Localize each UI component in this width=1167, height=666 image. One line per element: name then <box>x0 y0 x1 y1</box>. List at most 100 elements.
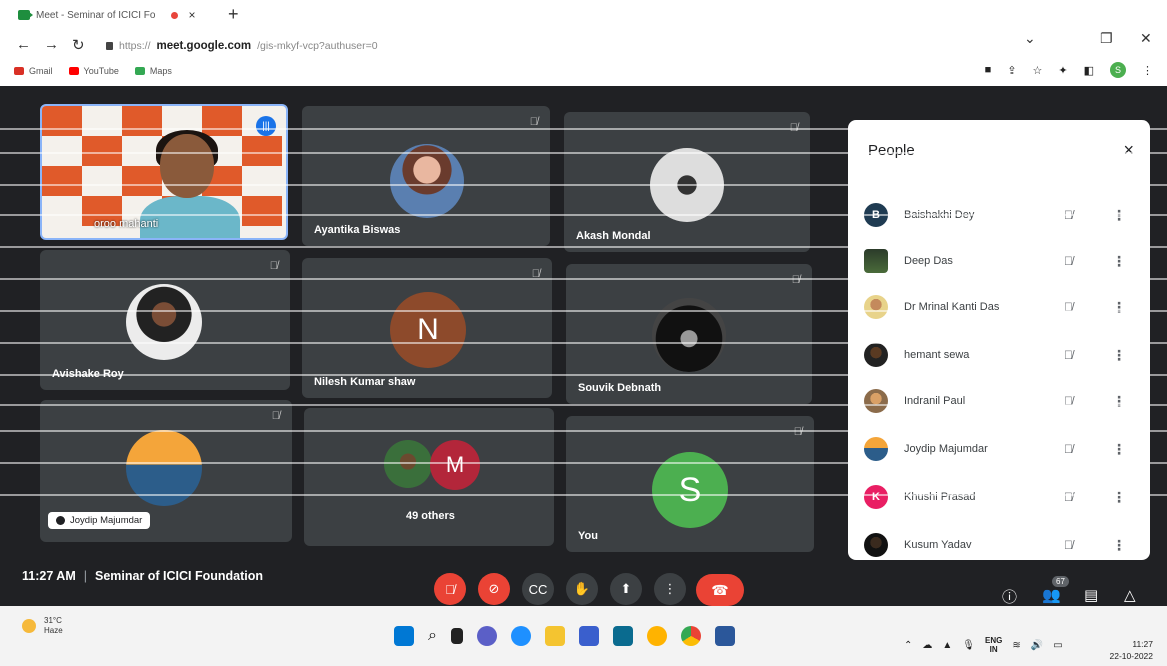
avatar <box>864 437 888 461</box>
video-tile[interactable]: 🎙̸ N Nilesh Kumar shaw <box>302 258 552 398</box>
bookmark-gmail[interactable]: Gmail <box>14 66 53 76</box>
list-item[interactable]: Joydip Majumdar 🎙̸ ⋮ <box>864 434 1140 464</box>
avatar <box>864 295 888 319</box>
restore-window-icon[interactable]: ❐ <box>1100 30 1113 47</box>
chat-button[interactable]: ▤ <box>1084 586 1098 604</box>
more-vert-icon[interactable]: ⋮ <box>1112 537 1126 554</box>
task-view-icon[interactable] <box>450 628 463 644</box>
avatar: S <box>652 452 728 528</box>
forward-button[interactable]: → <box>44 36 59 53</box>
video-tile[interactable]: 🎙̸ Akash Mondal <box>564 112 810 252</box>
tab-search-icon[interactable]: ⌄ <box>1024 30 1036 47</box>
video-tile-speaker[interactable]: ||| oroo mahanti <box>40 104 288 240</box>
more-options-button[interactable]: ⋮ <box>654 573 686 605</box>
list-item[interactable]: hemant sewa 🎙̸ ⋮ <box>864 340 1140 370</box>
avatar: N <box>390 292 466 368</box>
sticky-icon[interactable] <box>646 626 667 646</box>
share-icon[interactable]: ⇪ <box>1007 64 1016 77</box>
mic-off-icon: 🎙̸ <box>531 268 540 280</box>
app-icon[interactable] <box>612 626 633 646</box>
tile-name: oroo mahanti <box>94 218 159 230</box>
list-item[interactable]: B Baishakhi Dey 🎙̸ ⋮ <box>864 200 1140 230</box>
teams-chat-icon[interactable] <box>476 626 497 646</box>
edge-icon[interactable] <box>510 626 531 646</box>
meeting-info-button[interactable]: ⓘ <box>1002 586 1017 607</box>
extensions-icon[interactable]: ✦ <box>1058 64 1067 77</box>
present-button[interactable]: ⬆ <box>610 573 642 605</box>
reload-button[interactable]: ↻ <box>72 36 85 54</box>
tile-name: Akash Mondal <box>576 230 651 242</box>
profile-avatar[interactable]: S <box>1110 62 1126 78</box>
close-window-icon[interactable]: ✕ <box>1140 30 1152 47</box>
browser-tab[interactable]: Meet - Seminar of ICICI Fo × <box>18 8 196 22</box>
leave-call-button[interactable]: ☎ <box>696 574 744 606</box>
language-indicator[interactable]: ENG IN <box>985 636 1002 654</box>
close-panel-button[interactable]: × <box>1123 140 1134 161</box>
more-vert-icon[interactable]: ⋮ <box>1112 441 1126 458</box>
video-tile-self[interactable]: 🎙̸ S You <box>566 416 814 552</box>
star-icon[interactable]: ☆ <box>1033 64 1043 77</box>
camera-toggle-button[interactable]: ⊘ <box>478 573 510 605</box>
chevron-up-icon[interactable]: ⌃ <box>904 640 912 651</box>
bookmark-youtube[interactable]: YouTube <box>68 66 119 76</box>
video-tile[interactable]: 🎙̸ Avishake Roy <box>40 250 290 390</box>
people-button[interactable]: 👥 <box>1042 586 1061 604</box>
list-item[interactable]: Kusum Yadav 🎙̸ ⋮ <box>864 530 1140 560</box>
camera-off-icon: ⊘ <box>488 581 500 596</box>
raise-hand-button[interactable]: ✋ <box>566 573 598 605</box>
google-drive-icon[interactable]: ▲ <box>942 640 952 651</box>
tile-name: You <box>578 530 598 542</box>
more-vert-icon[interactable]: ⋮ <box>1112 347 1126 364</box>
wifi-icon[interactable]: ≋ <box>1012 640 1020 651</box>
more-vert-icon[interactable]: ⋮ <box>1112 207 1126 224</box>
camera-indicator-icon[interactable]: ■ <box>985 64 992 76</box>
video-tile[interactable]: 🎙̸ Souvik Debnath <box>566 264 812 404</box>
url-path: /gis-mkyf-vcp?authuser=0 <box>257 40 378 52</box>
avatar <box>384 440 432 488</box>
participant-name: Kusum Yadav <box>904 539 972 551</box>
video-tile[interactable]: 🎙̸ Ayantika Biswas <box>302 106 550 246</box>
back-button[interactable]: ← <box>16 36 31 53</box>
more-vert-icon[interactable]: ⋮ <box>1112 393 1126 410</box>
mic-toggle-button[interactable]: 🎙̸ <box>434 573 466 605</box>
avatar <box>652 298 726 372</box>
chrome-icon[interactable] <box>680 626 701 646</box>
activities-button[interactable]: △ <box>1124 586 1136 604</box>
taskbar-clock[interactable]: 11:27 22-10-2022 <box>1110 638 1153 662</box>
store-icon[interactable] <box>578 626 599 646</box>
cloud-icon[interactable]: ☁ <box>922 640 932 651</box>
side-panel-icon[interactable]: ◧ <box>1084 64 1094 77</box>
avatar <box>864 343 888 367</box>
more-vert-icon[interactable]: ⋮ <box>1112 489 1126 506</box>
list-item[interactable]: Dr Mrinal Kanti Das 🎙̸ ⋮ <box>864 292 1140 322</box>
address-bar[interactable]: https:// meet.google.com/gis-mkyf-vcp?aut… <box>106 40 378 52</box>
weather-widget[interactable]: 31°C Haze <box>22 616 63 636</box>
more-vert-icon[interactable]: ⋮ <box>1112 253 1126 270</box>
captions-button[interactable]: CC <box>522 573 554 605</box>
list-item[interactable]: K Khushi Prasad 🎙̸ ⋮ <box>864 482 1140 512</box>
temperature: 31°C <box>44 616 62 625</box>
mic-off-icon: 🎙̸ <box>1064 538 1073 552</box>
new-tab-button[interactable]: + <box>228 4 239 25</box>
word-icon[interactable] <box>714 626 735 646</box>
microphone-icon[interactable]: 🎙 <box>962 640 975 651</box>
tile-name: Ayantika Biswas <box>314 224 401 236</box>
windows-start-icon[interactable] <box>394 626 414 646</box>
volume-icon[interactable]: 🔊 <box>1031 640 1043 651</box>
avatar <box>864 389 888 413</box>
youtube-icon <box>68 67 79 75</box>
video-tile-others[interactable] <box>304 408 554 546</box>
list-item[interactable]: Indranil Paul 🎙̸ ⋮ <box>864 386 1140 416</box>
mic-off-icon: 🎙̸ <box>1064 208 1073 222</box>
menu-icon[interactable]: ⋮ <box>1142 64 1153 77</box>
bookmark-maps[interactable]: Maps <box>134 66 172 76</box>
panel-title: People <box>868 142 915 159</box>
avatar <box>864 533 888 557</box>
meeting-title: Seminar of ICICI Foundation <box>94 569 264 583</box>
list-item[interactable]: Deep Das 🎙̸ ⋮ <box>864 246 1140 276</box>
battery-icon[interactable]: ▭ <box>1053 640 1062 651</box>
more-vert-icon[interactable]: ⋮ <box>1112 299 1126 316</box>
search-icon[interactable]: ⌕ <box>428 627 437 645</box>
file-explorer-icon[interactable] <box>544 626 565 646</box>
tab-close-button[interactable]: × <box>188 8 195 22</box>
